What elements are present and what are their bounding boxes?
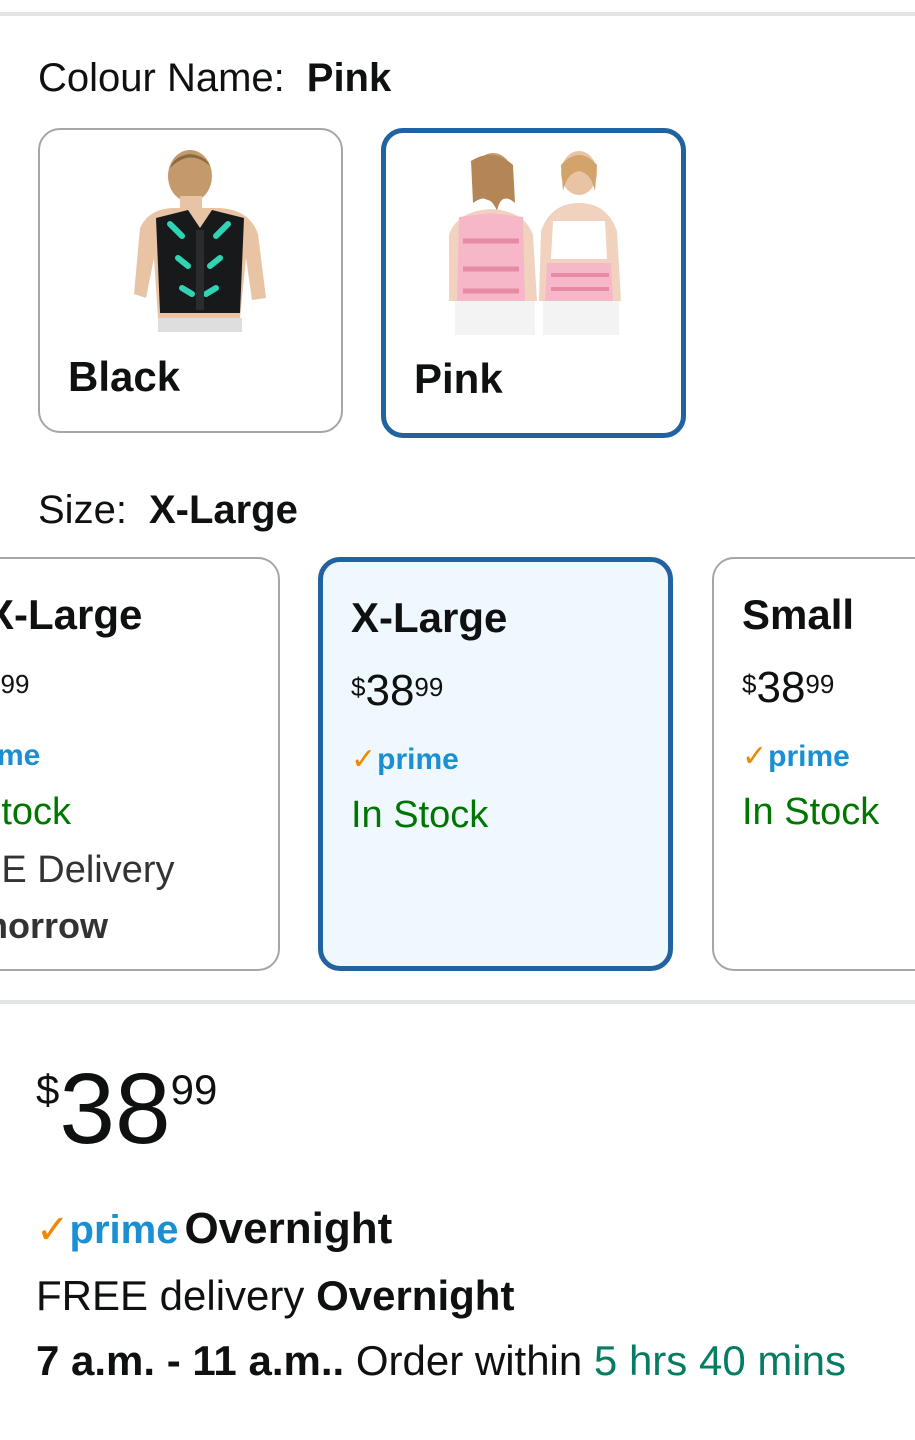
black-posture-corrector-image [134,150,266,332]
prime-service: Overnight [184,1204,393,1253]
prime-check-icon: ✓ [742,740,768,773]
prime-badge: ✓prime [742,740,850,773]
prime-overnight-badge: ✓prime Overnight [36,1204,392,1254]
size-card-name: X-Large [0,591,143,638]
product-price: $3899 [36,1052,217,1167]
colour-name-row: Colour Name: Pink [38,56,391,101]
stock-status: In Stock [742,791,880,833]
size-card-name: X-Large [351,594,508,641]
price-whole: 38 [59,1053,171,1165]
free-delivery-line: FREE delivery Overnight [36,1272,514,1320]
stock-status: In Stock [351,794,489,836]
colour-name-value: Pink [306,56,392,100]
colour-swatch-black-label: Black [68,353,181,400]
size-value: X-Large [148,488,298,532]
prime-badge: ✓prime [351,743,459,776]
prime-check-icon: ✓ [36,1208,70,1252]
prime-logo: prime [69,1208,179,1252]
delivery-when: morrow [0,905,109,946]
size-card-x-large-partial[interactable]: X-Large 899 rime Stock EE Delivery morro… [0,557,280,971]
order-within-line: 7 a.m. - 11 a.m.. Order within 5 hrs 40 … [36,1332,896,1390]
order-countdown: 5 hrs 40 mins [593,1337,847,1384]
colour-swatch-pink[interactable]: Pink [381,128,686,438]
prime-badge: rime [0,739,41,772]
colour-swatch-pink-label: Pink [414,355,503,402]
size-label: Size: [38,488,127,532]
price-currency: $ [36,1066,60,1113]
delivery-label: EE Delivery [0,849,175,891]
delivery-window: 7 a.m. - 11 a.m.. [36,1337,345,1384]
free-delivery-label: FREE delivery [36,1272,305,1319]
size-card-x-large-selected[interactable]: X-Large $3899 ✓prime In Stock [318,557,673,971]
free-delivery-when: Overnight [316,1272,515,1319]
size-card-small[interactable]: Small $3899 ✓prime In Stock [712,557,915,971]
stock-status: Stock [0,791,72,833]
size-card-price: $3899 [351,666,444,715]
colour-swatch-black[interactable]: Black [38,128,343,433]
colour-name-label: Colour Name: [38,56,285,100]
order-within-label: Order within [355,1337,583,1384]
top-divider [0,12,915,16]
prime-check-icon: ✓ [351,743,377,776]
size-card-name: Small [742,591,855,638]
size-card-price: 899 [0,663,30,712]
size-card-price: $3899 [742,663,835,712]
price-fraction: 99 [170,1066,218,1113]
pink-posture-corrector-image [449,151,621,335]
section-divider [0,1000,915,1004]
size-row: Size: X-Large [38,488,298,533]
